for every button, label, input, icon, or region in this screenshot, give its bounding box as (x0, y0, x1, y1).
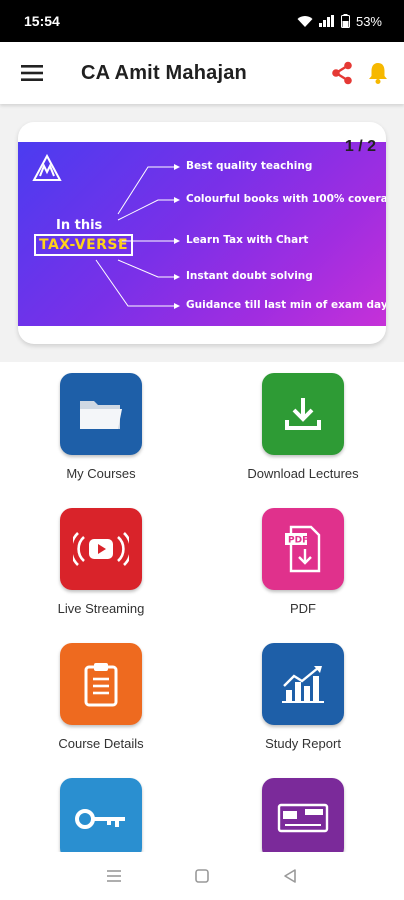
wifi-icon (297, 15, 313, 27)
tile-course-details[interactable]: Course Details (0, 632, 202, 767)
download-icon (262, 373, 344, 455)
tile-pdf[interactable]: PDF PDF (202, 497, 404, 632)
tile-label: Live Streaming (57, 601, 145, 616)
bell-icon (369, 63, 387, 84)
back-icon[interactable] (282, 868, 298, 884)
tile-label: My Courses (66, 466, 136, 481)
app-title: CA Amit Mahajan (81, 61, 247, 84)
tile-study-report[interactable]: Study Report (202, 632, 404, 767)
home-icon[interactable] (194, 868, 210, 884)
banner-slide[interactable]: In this TAX-VERSE Best quality teaching … (18, 142, 386, 326)
tile-live-streaming[interactable]: Live Streaming (0, 497, 202, 632)
clipboard-icon (60, 643, 142, 725)
app-bar: CA Amit Mahajan (0, 42, 404, 104)
pdf-icon: PDF (262, 508, 344, 590)
status-time: 15:54 (24, 13, 60, 29)
tile-label: Download Lectures (247, 466, 359, 481)
banner-highlight: TAX-VERSE (34, 234, 134, 256)
tile-my-courses[interactable]: My Courses (0, 362, 202, 497)
banner-area: 1 / 2 In this TAX-VERSE Best quality tea… (0, 104, 404, 362)
banner-feature: Best quality teaching (186, 160, 313, 172)
key-icon (60, 778, 142, 860)
tile-label: PDF (290, 601, 316, 616)
share-icon (332, 61, 352, 85)
battery-icon (340, 14, 350, 28)
signal-icon (318, 15, 334, 27)
banner-feature: Guidance till last min of exam day (186, 299, 386, 311)
bar-chart-icon (262, 643, 344, 725)
status-icons: 53% (297, 14, 382, 29)
svg-text:PDF: PDF (288, 536, 308, 546)
banner-counter: 1 / 2 (344, 138, 376, 155)
banner-intro: In this (56, 218, 103, 233)
battery-percent: 53% (355, 13, 382, 29)
share-button[interactable] (324, 42, 360, 104)
brand-logo (32, 154, 62, 181)
banner-carousel[interactable]: 1 / 2 In this TAX-VERSE Best quality tea… (18, 122, 386, 344)
banner-feature: Instant doubt solving (186, 270, 313, 282)
tile-label: Course Details (58, 736, 144, 751)
banner-feature: Colourful books with 100% coverage (186, 193, 386, 205)
recent-apps-icon[interactable] (106, 869, 122, 883)
banner-feature: Learn Tax with Chart (186, 234, 309, 246)
system-nav-bar (0, 852, 404, 900)
hamburger-icon (21, 65, 43, 81)
tile-label: Study Report (265, 736, 341, 751)
menu-button[interactable] (0, 42, 64, 104)
video-player-icon (262, 778, 344, 860)
notifications-button[interactable] (360, 42, 396, 104)
tile-download-lectures[interactable]: Download Lectures (202, 362, 404, 497)
live-stream-icon (60, 508, 142, 590)
folder-icon (60, 373, 142, 455)
status-bar: 15:54 53% (0, 0, 404, 42)
